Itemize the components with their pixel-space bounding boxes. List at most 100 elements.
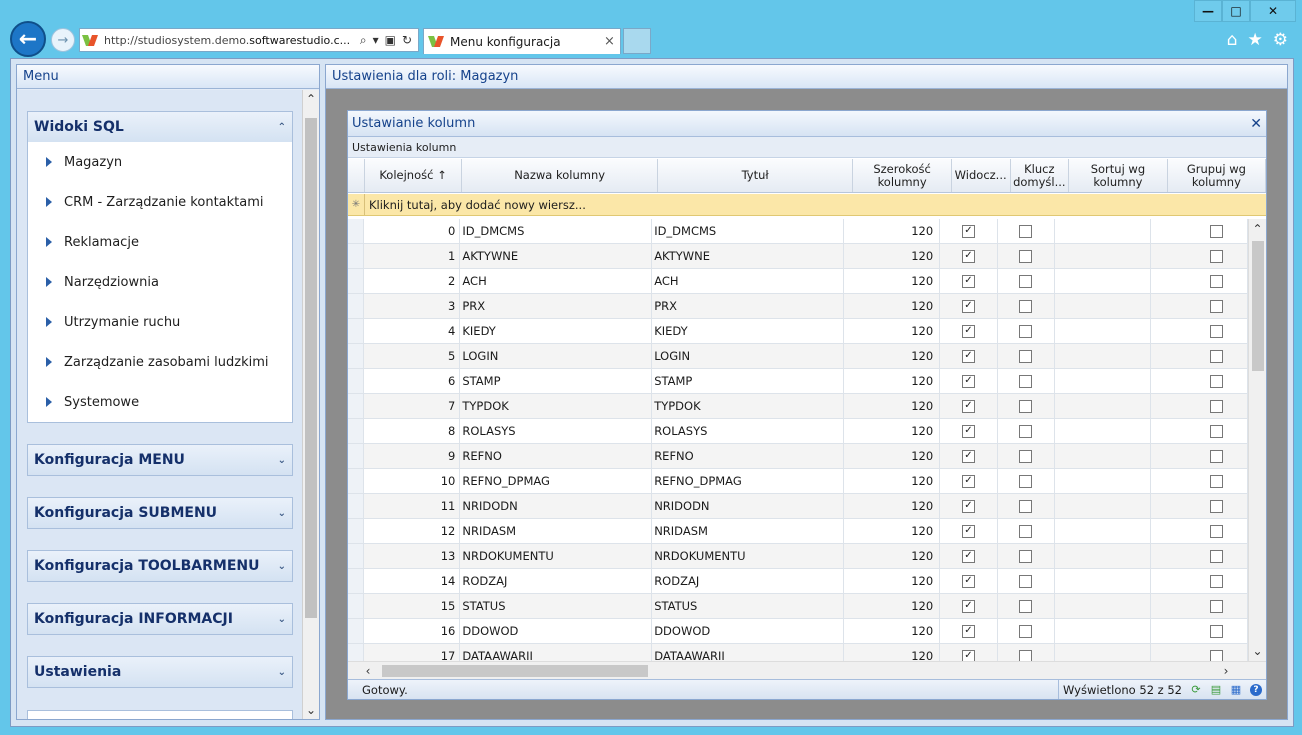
cell-widoczna[interactable]: ✓ bbox=[940, 519, 998, 543]
cell-nazwa-kolumny[interactable]: PRX bbox=[460, 294, 653, 318]
group-by-checkbox[interactable] bbox=[1210, 474, 1223, 488]
cell-szerokosc[interactable]: 120 bbox=[844, 344, 941, 368]
scroll-left-icon[interactable]: ‹ bbox=[358, 662, 378, 680]
cell-grupuj[interactable] bbox=[1151, 344, 1248, 368]
cell-tytul[interactable]: DATAAWARII bbox=[652, 644, 844, 661]
cell-grupuj[interactable] bbox=[1151, 244, 1248, 268]
group-by-checkbox[interactable] bbox=[1210, 274, 1223, 288]
forward-button[interactable]: → bbox=[51, 28, 75, 52]
cell-klucz[interactable] bbox=[998, 419, 1056, 443]
cell-klucz[interactable] bbox=[998, 469, 1056, 493]
table-row[interactable]: 4 KIEDY KIEDY 120 ✓ bbox=[348, 319, 1248, 344]
group-by-checkbox[interactable] bbox=[1210, 324, 1223, 338]
search-icon[interactable]: ⌕ bbox=[360, 33, 367, 48]
cell-sortuj[interactable] bbox=[1055, 219, 1152, 243]
cell-klucz[interactable] bbox=[998, 244, 1056, 268]
default-key-checkbox[interactable] bbox=[1019, 649, 1033, 661]
cell-kolejnosc[interactable]: 5 bbox=[364, 344, 461, 368]
header-kolejnosc[interactable]: Kolejność ↑ bbox=[365, 159, 463, 192]
cell-grupuj[interactable] bbox=[1151, 469, 1248, 493]
cell-sortuj[interactable] bbox=[1055, 519, 1152, 543]
cell-tytul[interactable]: KIEDY bbox=[652, 319, 844, 343]
row-selector[interactable] bbox=[348, 569, 365, 593]
cell-grupuj[interactable] bbox=[1151, 319, 1248, 343]
cell-tytul[interactable]: REFNO_DPMAG bbox=[652, 469, 844, 493]
gear-icon[interactable]: ⚙ bbox=[1273, 30, 1288, 50]
default-key-checkbox[interactable] bbox=[1019, 324, 1033, 338]
maximize-button[interactable]: □ bbox=[1222, 0, 1250, 22]
header-widoczna[interactable]: Widocz... bbox=[952, 159, 1011, 192]
cell-szerokosc[interactable]: 120 bbox=[844, 594, 941, 618]
cell-nazwa-kolumny[interactable]: NRIDASM bbox=[460, 519, 653, 543]
default-key-checkbox[interactable] bbox=[1019, 399, 1033, 413]
table-row[interactable]: 3 PRX PRX 120 ✓ bbox=[348, 294, 1248, 319]
group-by-checkbox[interactable] bbox=[1210, 424, 1223, 438]
table-row[interactable]: 13 NRDOKUMENTU NRDOKUMENTU 120 ✓ bbox=[348, 544, 1248, 569]
cell-widoczna[interactable]: ✓ bbox=[940, 444, 998, 468]
table-row[interactable]: 16 DDOWOD DDOWOD 120 ✓ bbox=[348, 619, 1248, 644]
row-selector[interactable] bbox=[348, 369, 365, 393]
cell-klucz[interactable] bbox=[998, 369, 1056, 393]
cell-klucz[interactable] bbox=[998, 269, 1056, 293]
cell-tytul[interactable]: AKTYWNE bbox=[652, 244, 844, 268]
cell-klucz[interactable] bbox=[998, 394, 1056, 418]
cell-widoczna[interactable]: ✓ bbox=[940, 394, 998, 418]
cell-szerokosc[interactable]: 120 bbox=[844, 419, 941, 443]
default-key-checkbox[interactable] bbox=[1019, 424, 1033, 438]
table-row[interactable]: 1 AKTYWNE AKTYWNE 120 ✓ bbox=[348, 244, 1248, 269]
cell-klucz[interactable] bbox=[998, 444, 1056, 468]
scroll-right-icon[interactable]: › bbox=[1216, 662, 1236, 680]
group-by-checkbox[interactable] bbox=[1210, 524, 1223, 538]
row-selector[interactable] bbox=[348, 469, 365, 493]
cell-tytul[interactable]: LOGIN bbox=[652, 344, 844, 368]
visible-checkbox[interactable]: ✓ bbox=[961, 499, 975, 513]
visible-checkbox[interactable]: ✓ bbox=[961, 524, 975, 538]
cell-sortuj[interactable] bbox=[1055, 319, 1152, 343]
group-by-checkbox[interactable] bbox=[1210, 299, 1223, 313]
cell-kolejnosc[interactable]: 17 bbox=[364, 644, 461, 661]
tab-close-icon[interactable]: × bbox=[604, 34, 620, 49]
default-key-checkbox[interactable] bbox=[1019, 274, 1033, 288]
visible-checkbox[interactable]: ✓ bbox=[961, 374, 975, 388]
cell-nazwa-kolumny[interactable]: REFNO bbox=[460, 444, 653, 468]
cell-grupuj[interactable] bbox=[1151, 544, 1248, 568]
visible-checkbox[interactable]: ✓ bbox=[961, 224, 975, 238]
scrollbar-thumb[interactable] bbox=[382, 665, 648, 677]
row-selector[interactable] bbox=[348, 319, 365, 343]
group-by-checkbox[interactable] bbox=[1210, 574, 1223, 588]
compat-view-icon[interactable]: ▣ bbox=[385, 33, 396, 48]
table-row[interactable]: 6 STAMP STAMP 120 ✓ bbox=[348, 369, 1248, 394]
cell-sortuj[interactable] bbox=[1055, 494, 1152, 518]
menu-group-konfiguracja-informacji[interactable]: Konfiguracja INFORMACJI ⌄ bbox=[27, 603, 293, 635]
row-selector[interactable] bbox=[348, 419, 365, 443]
group-by-checkbox[interactable] bbox=[1210, 649, 1223, 661]
cell-kolejnosc[interactable]: 16 bbox=[364, 619, 461, 643]
cell-kolejnosc[interactable]: 1 bbox=[364, 244, 461, 268]
group-by-checkbox[interactable] bbox=[1210, 499, 1223, 513]
cell-widoczna[interactable]: ✓ bbox=[940, 344, 998, 368]
row-selector[interactable] bbox=[348, 544, 365, 568]
chevron-down-icon[interactable]: ⌄ bbox=[278, 614, 286, 625]
cell-szerokosc[interactable]: 120 bbox=[844, 544, 941, 568]
row-selector[interactable] bbox=[348, 344, 365, 368]
cell-klucz[interactable] bbox=[998, 319, 1056, 343]
cell-sortuj[interactable] bbox=[1055, 594, 1152, 618]
scroll-up-icon[interactable]: ⌃ bbox=[303, 90, 319, 108]
row-selector[interactable] bbox=[348, 494, 365, 518]
cell-tytul[interactable]: STATUS bbox=[652, 594, 844, 618]
cell-widoczna[interactable]: ✓ bbox=[940, 644, 998, 661]
cell-szerokosc[interactable]: 120 bbox=[844, 369, 941, 393]
row-selector[interactable] bbox=[348, 269, 365, 293]
cell-sortuj[interactable] bbox=[1055, 394, 1152, 418]
cell-klucz[interactable] bbox=[998, 294, 1056, 318]
cell-szerokosc[interactable]: 120 bbox=[844, 319, 941, 343]
cell-sortuj[interactable] bbox=[1055, 569, 1152, 593]
table-row[interactable]: 8 ROLASYS ROLASYS 120 ✓ bbox=[348, 419, 1248, 444]
cell-tytul[interactable]: NRDOKUMENTU bbox=[652, 544, 844, 568]
visible-checkbox[interactable]: ✓ bbox=[961, 624, 975, 638]
cell-nazwa-kolumny[interactable]: NRDOKUMENTU bbox=[460, 544, 653, 568]
close-icon[interactable]: ✕ bbox=[1250, 116, 1262, 132]
header-klucz[interactable]: Klucz domyśl... bbox=[1011, 159, 1070, 192]
cell-grupuj[interactable] bbox=[1151, 619, 1248, 643]
cell-tytul[interactable]: NRIDODN bbox=[652, 494, 844, 518]
